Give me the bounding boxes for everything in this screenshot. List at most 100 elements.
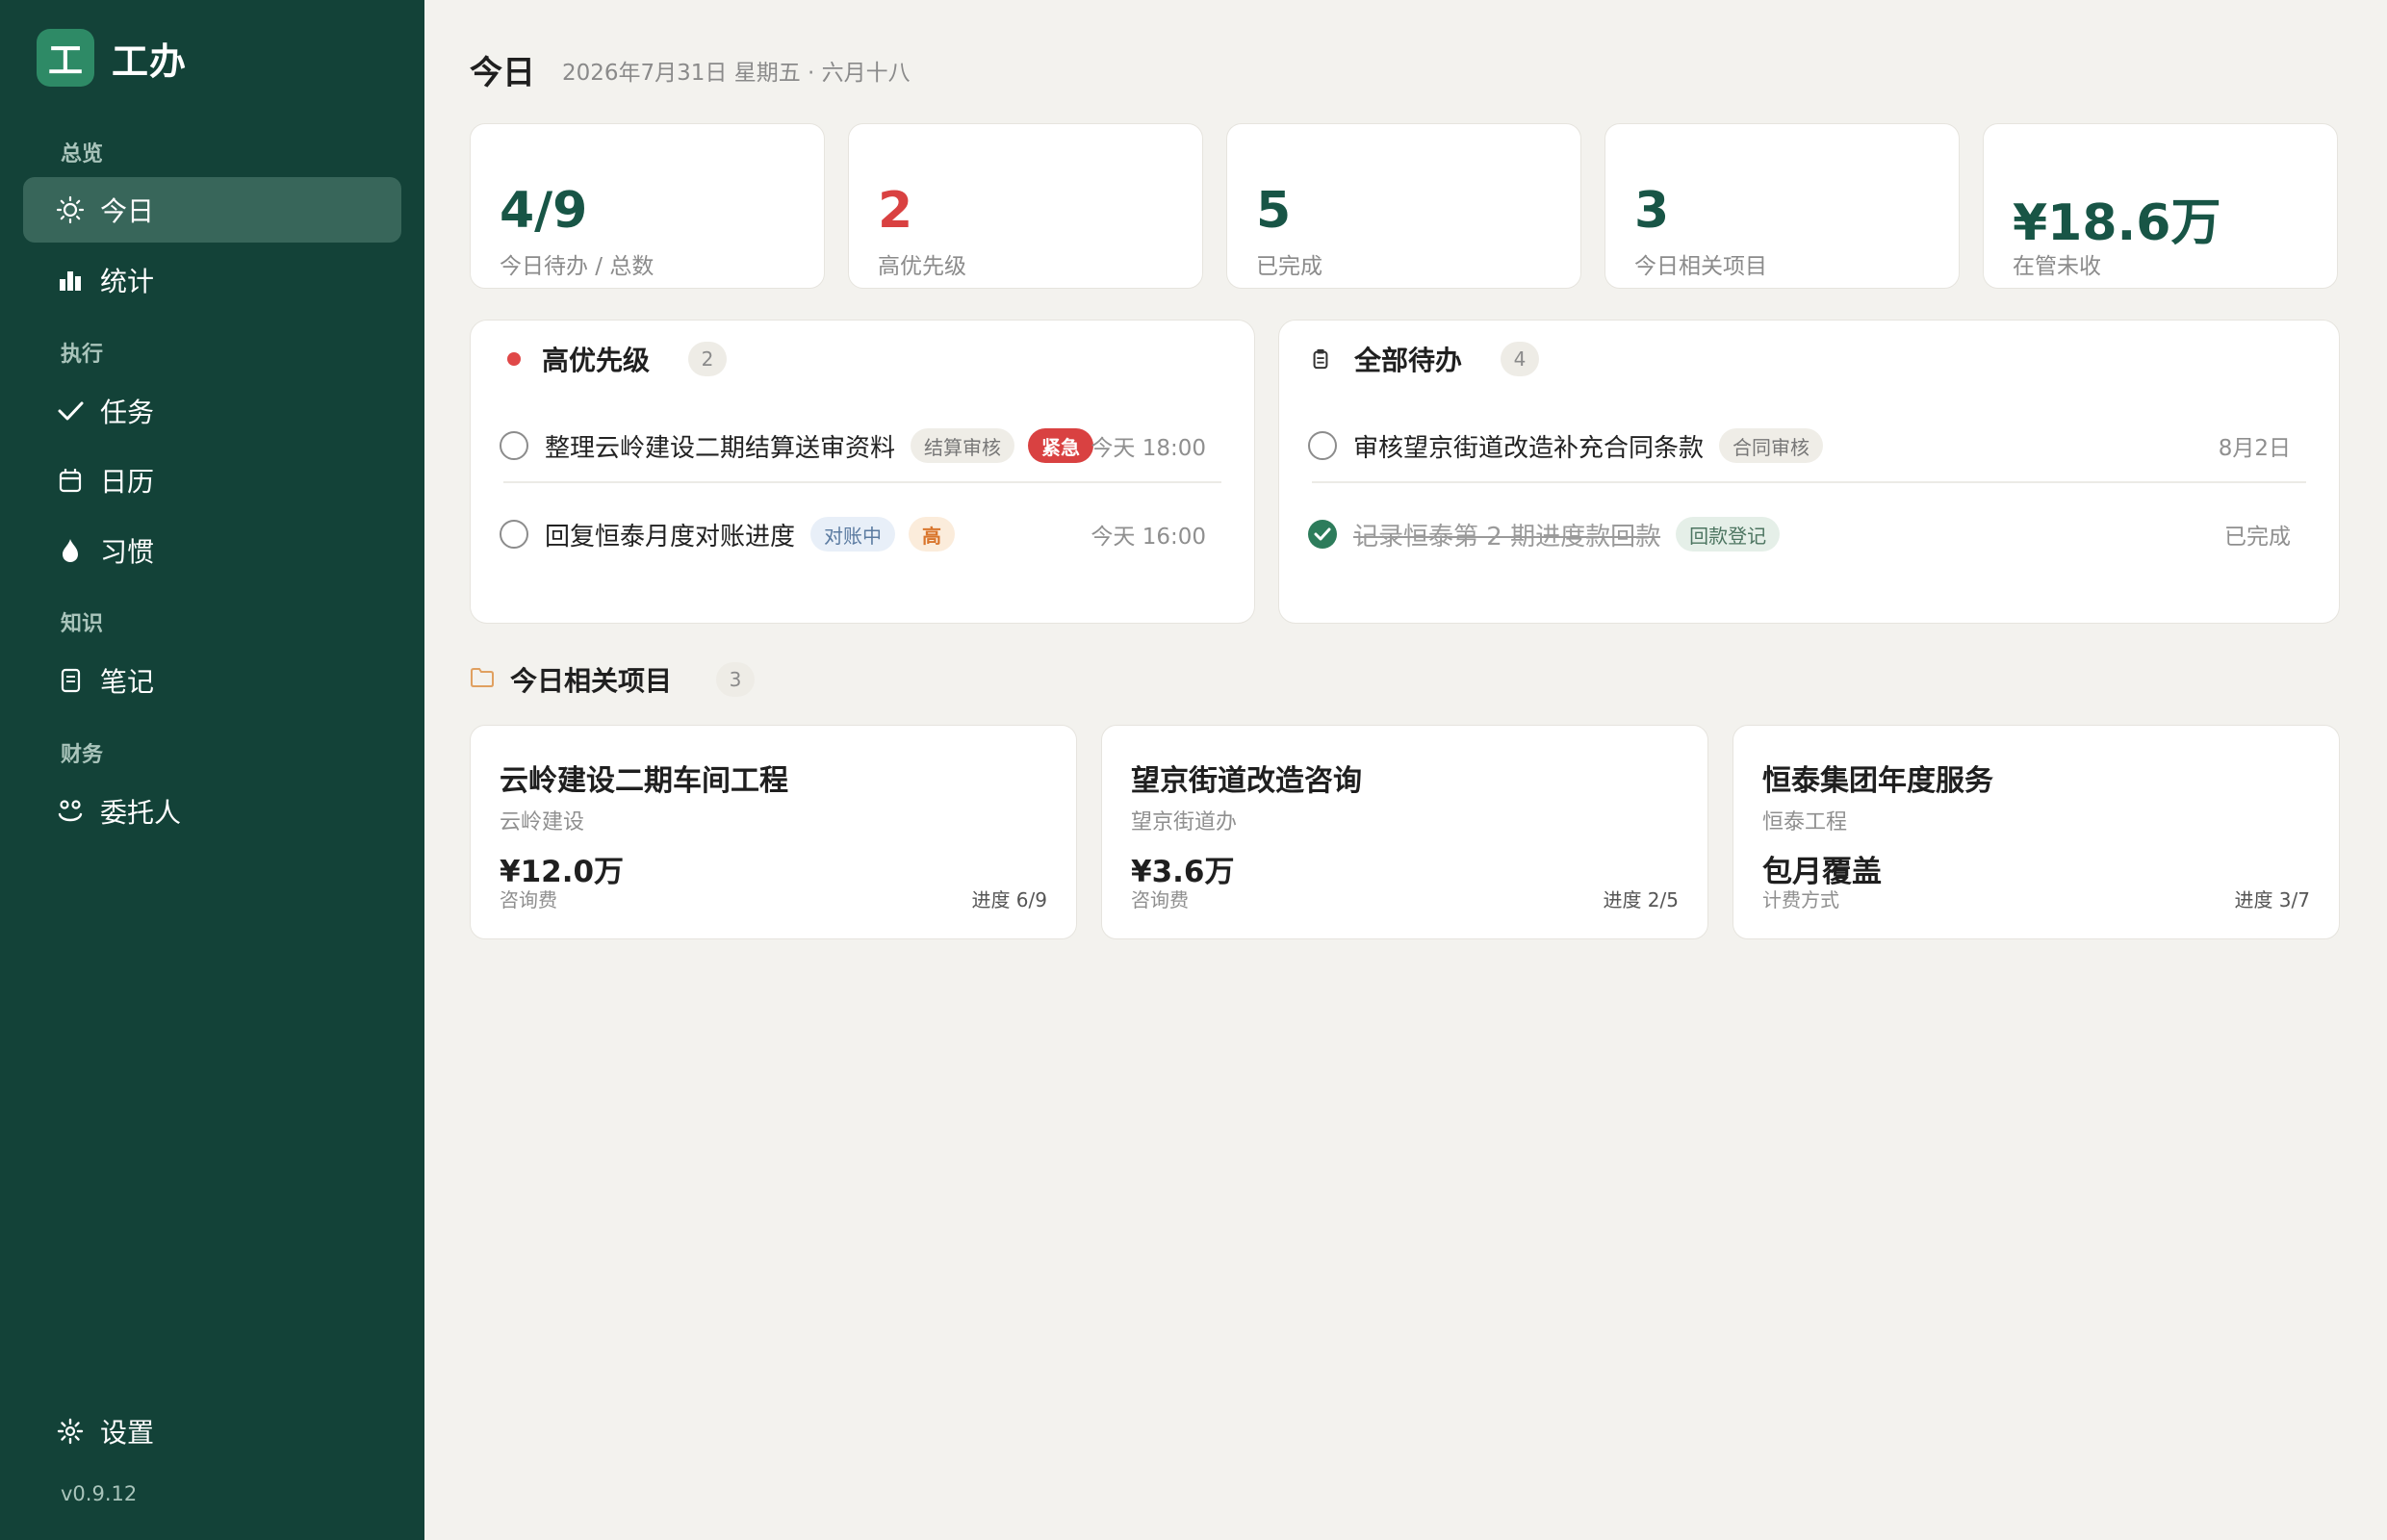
sidebar-item-label: 设置 bbox=[100, 1417, 155, 1449]
sidebar-item-label: 统计 bbox=[100, 266, 155, 297]
flame-icon bbox=[56, 536, 85, 565]
project-card[interactable]: 恒泰集团年度服务 恒泰工程 包月覆盖 计费方式 进度 3/7 bbox=[1732, 725, 2340, 939]
sidebar-item-label: 今日 bbox=[100, 195, 155, 227]
task-title: 审核望京街道改造补充合同条款 bbox=[1353, 433, 1705, 463]
stat-label: 今日待办 / 总数 bbox=[500, 254, 654, 279]
gear-icon bbox=[56, 1417, 85, 1446]
sun-icon bbox=[56, 195, 85, 224]
stat-card-completed: 5 已完成 bbox=[1226, 123, 1581, 289]
stat-label: 今日相关项目 bbox=[1634, 254, 1767, 279]
stat-card-high-priority: 2 高优先级 bbox=[848, 123, 1203, 289]
projects-section-header: 今日相关项目 3 bbox=[470, 660, 756, 699]
stat-card-receivable: ¥18.6万 在管未收 bbox=[1983, 123, 2338, 289]
panel-count-badge: 4 bbox=[1501, 342, 1540, 376]
section-title: 今日相关项目 bbox=[510, 665, 673, 697]
task-tag: 结算审核 bbox=[911, 428, 1015, 463]
nav-section-finance: 财务 bbox=[61, 743, 104, 767]
nav-section-knowledge: 知识 bbox=[61, 612, 104, 636]
stat-value: 5 bbox=[1256, 182, 1292, 240]
task-title: 整理云岭建设二期结算送审资料 bbox=[545, 433, 896, 463]
divider bbox=[503, 481, 1221, 483]
stat-card-today-todo: 4/9 今日待办 / 总数 bbox=[470, 123, 825, 289]
priority-badge: 紧急 bbox=[1028, 428, 1094, 463]
panel-header: 高优先级 2 bbox=[500, 340, 728, 378]
panel-title: 全部待办 bbox=[1354, 345, 1463, 376]
sidebar-item-label: 习惯 bbox=[100, 536, 155, 568]
sidebar: 工 工办 总览 今日 统计 执行 任务 日历 习惯 知识 笔记 财务 委托人 设… bbox=[0, 0, 424, 1540]
project-card[interactable]: 望京街道改造咨询 望京街道办 ¥3.6万 咨询费 进度 2/5 bbox=[1101, 725, 1708, 939]
project-name: 云岭建设二期车间工程 bbox=[500, 764, 788, 798]
stat-value: 3 bbox=[1634, 182, 1670, 240]
stat-label: 高优先级 bbox=[878, 254, 966, 279]
project-client: 云岭建设 bbox=[500, 810, 585, 834]
sidebar-item-settings[interactable]: 设置 bbox=[23, 1399, 401, 1464]
section-count-badge: 3 bbox=[716, 662, 756, 697]
project-client: 恒泰工程 bbox=[1762, 810, 1848, 834]
project-name: 恒泰集团年度服务 bbox=[1762, 764, 1993, 798]
check-icon bbox=[56, 397, 85, 425]
sidebar-item-habits[interactable]: 习惯 bbox=[23, 518, 401, 583]
project-progress: 进度 2/5 bbox=[1603, 888, 1679, 911]
task-tag: 对账中 bbox=[810, 517, 896, 552]
project-card[interactable]: 云岭建设二期车间工程 云岭建设 ¥12.0万 咨询费 进度 6/9 bbox=[470, 725, 1077, 939]
task-row[interactable]: 回复恒泰月度对账进度 对账中 高 今天 16:00 bbox=[500, 496, 1225, 573]
sidebar-item-label: 日历 bbox=[100, 466, 155, 498]
nav-section-overview: 总览 bbox=[61, 142, 104, 167]
calendar-icon bbox=[56, 466, 85, 495]
priority-badge: 高 bbox=[909, 517, 956, 552]
app-version: v0.9.12 bbox=[61, 1482, 138, 1505]
stat-value: ¥18.6万 bbox=[2013, 194, 2221, 252]
app-logo: 工 bbox=[37, 29, 94, 87]
sidebar-item-tasks[interactable]: 任务 bbox=[23, 378, 401, 444]
folder-icon bbox=[470, 667, 495, 692]
task-tag: 合同审核 bbox=[1719, 428, 1824, 463]
task-checkbox[interactable] bbox=[500, 520, 528, 549]
project-amount-label: 计费方式 bbox=[1762, 888, 1839, 911]
nav-section-execution: 执行 bbox=[61, 343, 104, 367]
clipboard-icon bbox=[1310, 346, 1333, 372]
stat-label: 已完成 bbox=[1256, 254, 1322, 279]
sidebar-item-notes[interactable]: 笔记 bbox=[23, 648, 401, 713]
priority-dot-icon bbox=[507, 352, 521, 366]
task-row[interactable]: 审核望京街道改造补充合同条款 合同审核 8月2日 bbox=[1308, 407, 2310, 484]
sidebar-item-label: 委托人 bbox=[100, 797, 182, 829]
project-client: 望京街道办 bbox=[1131, 810, 1238, 834]
panel-count-badge: 2 bbox=[688, 342, 728, 376]
sidebar-item-today[interactable]: 今日 bbox=[23, 177, 401, 243]
brand[interactable]: 工 工办 bbox=[37, 29, 187, 87]
task-tag: 回款登记 bbox=[1676, 517, 1781, 552]
sidebar-item-label: 笔记 bbox=[100, 666, 155, 698]
stat-label: 在管未收 bbox=[2013, 254, 2101, 279]
sidebar-item-calendar[interactable]: 日历 bbox=[23, 448, 401, 513]
panel-title: 高优先级 bbox=[542, 345, 651, 376]
stat-card-projects: 3 今日相关项目 bbox=[1604, 123, 1960, 289]
stat-value: 4/9 bbox=[500, 182, 588, 240]
task-title: 回复恒泰月度对账进度 bbox=[545, 522, 796, 552]
task-time: 今天 18:00 bbox=[1091, 436, 1206, 461]
task-row[interactable]: 记录恒泰第 2 期进度款回款 回款登记 已完成 bbox=[1308, 496, 2310, 573]
project-progress: 进度 6/9 bbox=[971, 888, 1047, 911]
stat-value: 2 bbox=[878, 182, 913, 240]
sidebar-item-stats[interactable]: 统计 bbox=[23, 247, 401, 313]
page-title: 今日 bbox=[470, 54, 535, 92]
high-priority-panel: 高优先级 2 整理云岭建设二期结算送审资料 结算审核 紧急 今天 18:00 回… bbox=[470, 320, 1255, 624]
task-checkbox[interactable] bbox=[500, 431, 528, 460]
sidebar-item-label: 任务 bbox=[100, 397, 155, 428]
page-date: 2026年7月31日 星期五 · 六月十八 bbox=[562, 61, 911, 86]
people-icon bbox=[56, 797, 85, 826]
task-title: 记录恒泰第 2 期进度款回款 bbox=[1353, 522, 1661, 552]
task-row[interactable]: 整理云岭建设二期结算送审资料 结算审核 紧急 今天 18:00 bbox=[500, 407, 1225, 484]
task-checkbox[interactable] bbox=[1308, 431, 1337, 460]
note-icon bbox=[56, 666, 85, 695]
sidebar-item-clients[interactable]: 委托人 bbox=[23, 779, 401, 844]
task-time: 已完成 bbox=[2224, 525, 2291, 550]
app-name: 工办 bbox=[112, 39, 188, 83]
task-time: 8月2日 bbox=[2218, 436, 2291, 461]
project-amount-label: 咨询费 bbox=[500, 888, 557, 911]
project-name: 望京街道改造咨询 bbox=[1131, 764, 1362, 798]
project-progress: 进度 3/7 bbox=[2234, 888, 2310, 911]
panel-header: 全部待办 4 bbox=[1308, 340, 1540, 378]
task-time: 今天 16:00 bbox=[1091, 525, 1206, 550]
divider bbox=[1312, 481, 2306, 483]
task-checkbox-checked[interactable] bbox=[1308, 520, 1337, 549]
